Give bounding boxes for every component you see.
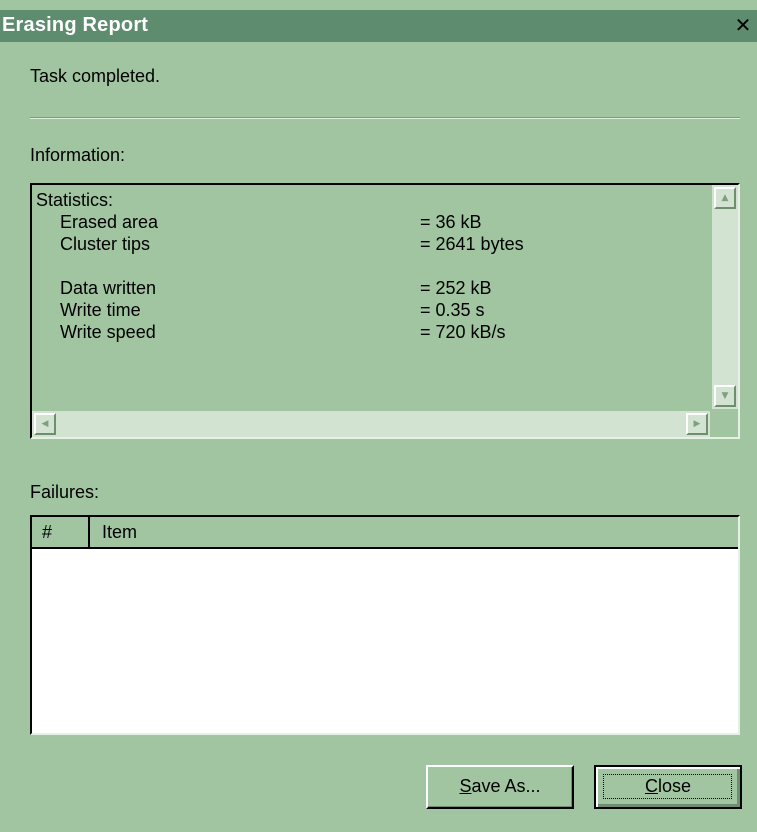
stat-value: = 2641 bytes [420,234,524,254]
scroll-right-icon[interactable]: ▶ [686,413,708,435]
stat-name: Write speed [60,322,156,342]
save-as-label: Save As... [459,776,540,796]
save-as-accelerator: S [459,776,472,796]
failures-list-header: # Item [32,517,738,549]
stat-row-write-speed: Write speed = 720 kB/s [60,321,700,343]
status-message: Task completed. [30,66,161,86]
information-content: Statistics: Erased area = 36 kB Cluster … [34,187,710,409]
stat-name: Cluster tips [60,234,151,254]
erasing-report-dialog: Erasing Report ✕ Task completed. Informa… [0,0,757,832]
column-header-number[interactable]: # [32,517,90,547]
failures-list[interactable]: # Item [30,515,740,735]
vertical-scrollbar[interactable]: ▲ ▼ [712,185,738,409]
stat-value: = 36 kB [420,212,482,232]
scroll-down-icon[interactable]: ▼ [714,385,736,407]
stat-row-data-written: Data written = 252 kB [60,277,700,299]
stat-name: Erased area [60,212,159,232]
stat-row-erased-area: Erased area = 36 kB [60,211,700,233]
separator-line [30,117,740,119]
title-bar[interactable]: Erasing Report ✕ [0,10,757,42]
save-as-button[interactable]: Save As... [426,765,574,809]
close-label: Close [645,776,691,796]
window-title: Erasing Report [2,14,149,36]
close-icon[interactable]: ✕ [731,14,755,38]
scroll-left-icon[interactable]: ◀ [34,413,56,435]
save-as-label-rest: ave As... [471,776,541,796]
stat-name: Data written [60,278,157,298]
stat-value: = 252 kB [420,278,492,298]
scrollbar-corner [710,409,738,437]
stat-row-write-time: Write time = 0.35 s [60,299,700,321]
column-header-item[interactable]: Item [90,517,738,547]
stat-name: Write time [60,300,141,320]
close-accelerator: C [644,776,658,796]
stat-value: = 0.35 s [420,300,485,320]
close-label-rest: lose [657,776,692,796]
horizontal-scrollbar[interactable]: ◀ ▶ [32,411,710,437]
close-button[interactable]: Close [594,765,742,809]
scroll-up-icon[interactable]: ▲ [714,187,736,209]
failures-label: Failures: [30,482,100,502]
statistics-heading: Statistics: [36,190,114,210]
stat-row-cluster-tips: Cluster tips = 2641 bytes [60,233,700,255]
information-label: Information: [30,145,126,165]
information-textbox[interactable]: Statistics: Erased area = 36 kB Cluster … [30,183,740,439]
stat-value: = 720 kB/s [420,322,506,342]
